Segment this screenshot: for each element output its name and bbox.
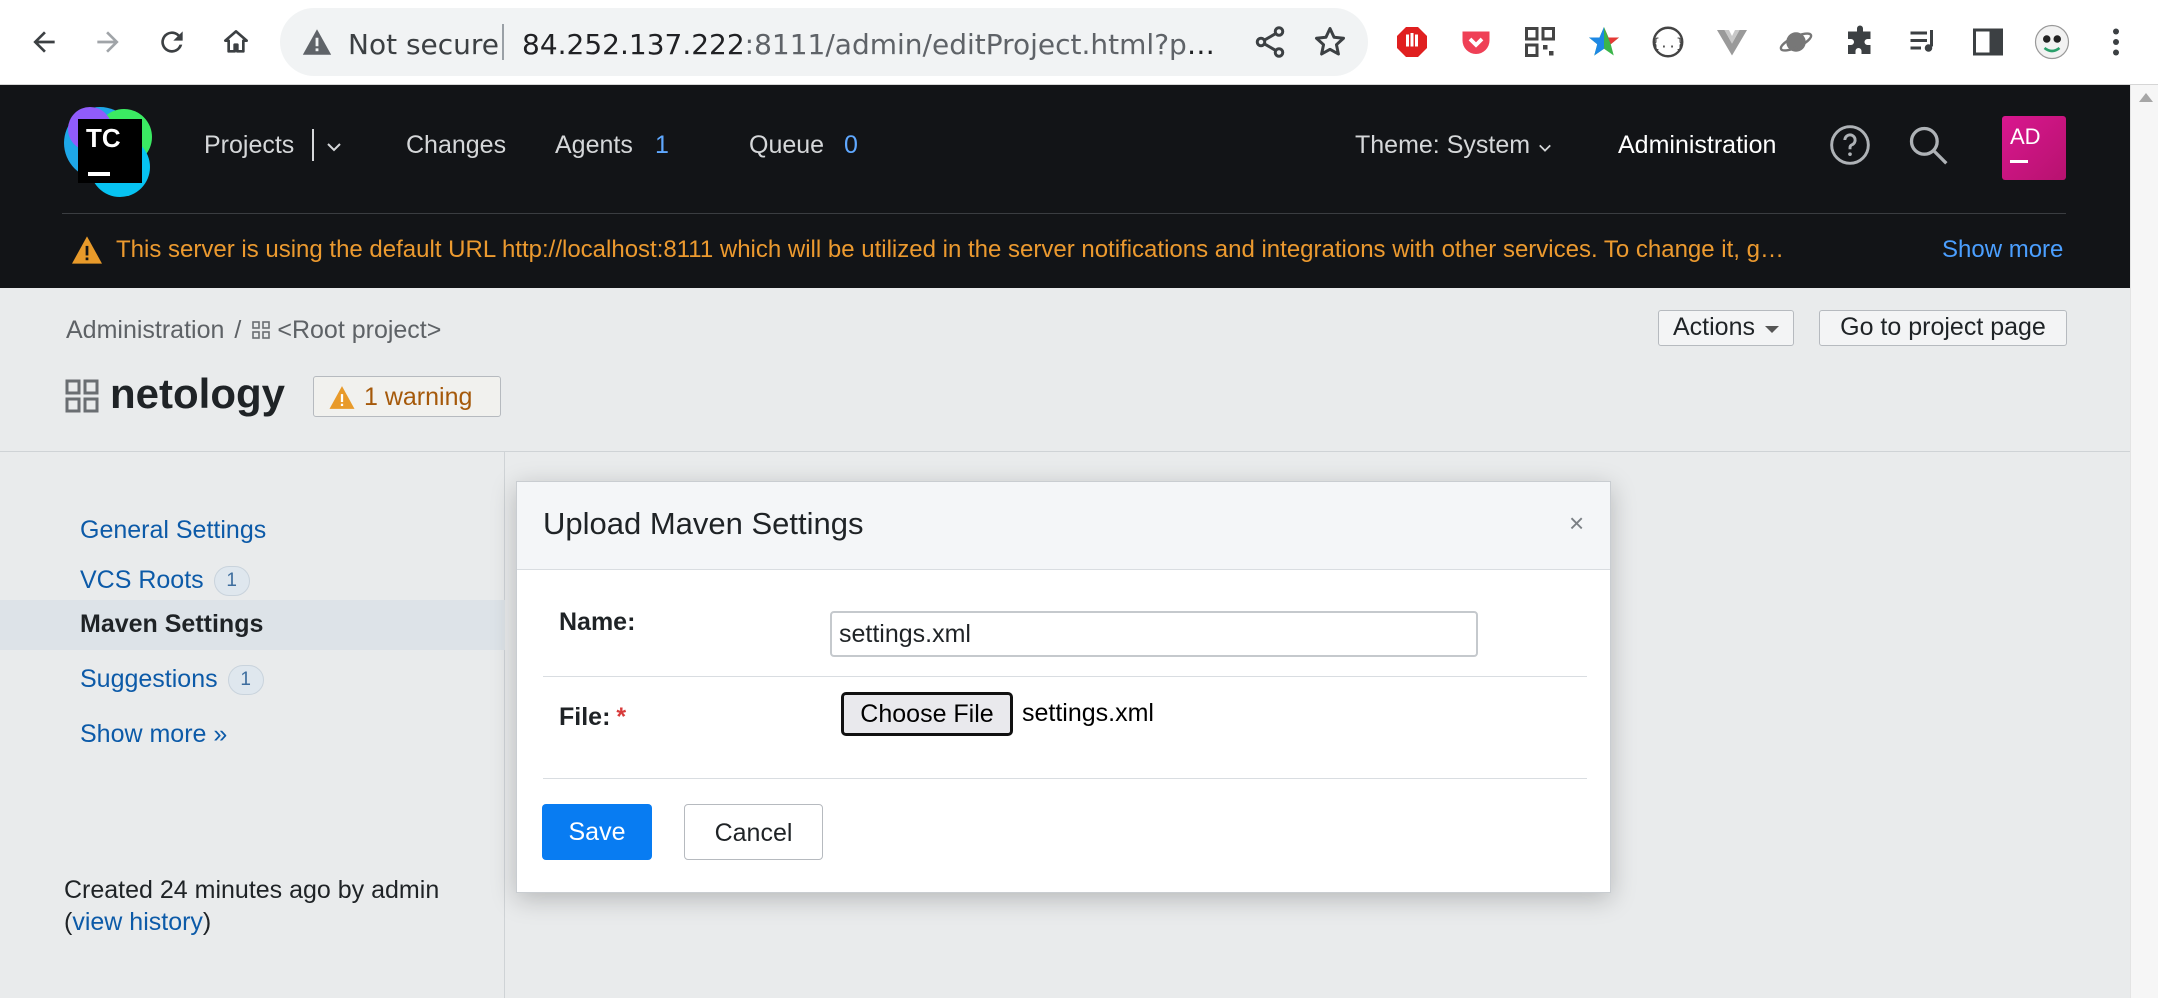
- back-icon[interactable]: [16, 14, 72, 70]
- page-scrollbar[interactable]: [2130, 85, 2158, 998]
- file-label: File: *: [559, 703, 626, 732]
- help-icon[interactable]: [1828, 123, 1872, 167]
- header-divider: [62, 213, 2066, 214]
- actions-caret-icon: [1765, 326, 1779, 333]
- planet-icon[interactable]: [1774, 20, 1818, 64]
- pocket-icon[interactable]: [1454, 20, 1498, 64]
- warning-icon[interactable]: [300, 25, 334, 59]
- selected-file-name: settings.xml: [1022, 699, 1154, 727]
- dialog-header: Upload Maven Settings ×: [517, 482, 1610, 570]
- breadcrumb-administration[interactable]: Administration: [66, 316, 224, 344]
- save-button[interactable]: Save: [542, 804, 652, 860]
- user-avatar[interactable]: AD: [2002, 116, 2066, 180]
- vue-devtools-icon[interactable]: [1710, 20, 1754, 64]
- sidebar-item-suggestions[interactable]: Suggestions 1: [0, 655, 505, 705]
- search-icon[interactable]: [1906, 123, 1950, 167]
- history-line: (view history): [64, 906, 439, 938]
- dialog-title: Upload Maven Settings: [543, 506, 864, 541]
- nav-projects[interactable]: Projects: [204, 131, 294, 160]
- media-queue-icon[interactable]: [1902, 20, 1946, 64]
- logo-text: TC: [86, 123, 121, 153]
- browser-menu-icon[interactable]: [2094, 20, 2138, 64]
- app-header: TC Projects Changes Agents 1 Queue 0 The…: [0, 85, 2130, 288]
- warning-icon: [329, 386, 355, 409]
- nav-agents[interactable]: Agents: [555, 131, 633, 160]
- sidebar-item-general-settings[interactable]: General Settings: [0, 506, 505, 556]
- breadcrumb-root-project[interactable]: <Root project>: [277, 316, 441, 344]
- sidebar-item-label: Maven Settings: [80, 610, 264, 638]
- file-label-text: File:: [559, 703, 611, 731]
- svg-text:{..}: {..}: [1652, 35, 1685, 51]
- go-to-project-page-button[interactable]: Go to project page: [1819, 310, 2067, 346]
- name-input[interactable]: [830, 611, 1478, 657]
- adblock-icon[interactable]: [1390, 20, 1434, 64]
- server-url-notice: This server is using the default URL htt…: [116, 236, 1786, 263]
- actions-label: Actions: [1673, 313, 1755, 341]
- chevron-down-icon[interactable]: [326, 139, 342, 155]
- close-icon[interactable]: ×: [1569, 508, 1584, 539]
- address-bar[interactable]: Not secure 84.252.137.222:8111/admin/edi…: [280, 8, 1368, 76]
- sidebar-show-more-link[interactable]: Show more »: [80, 720, 227, 749]
- nav-changes[interactable]: Changes: [406, 131, 506, 160]
- warning-icon: [72, 236, 102, 264]
- queue-count[interactable]: 0: [844, 131, 858, 160]
- sidebar-item-vcs-roots[interactable]: VCS Roots 1: [0, 556, 505, 606]
- url-host: 84.252.137.222: [522, 28, 745, 61]
- choose-file-button[interactable]: Choose File: [841, 692, 1013, 736]
- created-text: Created 24 minutes ago by admin: [64, 876, 440, 904]
- color-star-icon[interactable]: [1582, 20, 1626, 64]
- profile-avatar-icon[interactable]: [2030, 20, 2074, 64]
- project-icon: [65, 379, 99, 413]
- sidebar-item-maven-settings[interactable]: Maven Settings: [0, 600, 505, 650]
- cancel-button[interactable]: Cancel: [684, 804, 823, 860]
- upload-maven-settings-dialog: Upload Maven Settings × Name: File: *: [516, 481, 1611, 893]
- nav-queue[interactable]: Queue: [749, 131, 824, 160]
- project-grid-icon: [252, 321, 271, 339]
- sidebar-item-label: Suggestions: [80, 665, 218, 693]
- nav-projects-divider: [312, 129, 314, 161]
- settings-sidebar: General Settings VCS Roots 1 Maven Settin…: [0, 452, 505, 998]
- required-mark: *: [616, 703, 627, 731]
- view-history-link[interactable]: view history: [72, 908, 203, 936]
- scroll-up-arrow-icon[interactable]: [2139, 93, 2153, 102]
- theme-chevron-icon[interactable]: [1538, 141, 1552, 155]
- qr-code-icon[interactable]: [1518, 20, 1562, 64]
- reload-icon[interactable]: [144, 14, 200, 70]
- actions-dropdown[interactable]: Actions: [1658, 310, 1794, 346]
- share-icon[interactable]: [1252, 24, 1288, 60]
- extensions-icon[interactable]: [1838, 20, 1882, 64]
- agents-count[interactable]: 1: [655, 131, 669, 160]
- omnibox-divider: [502, 24, 504, 60]
- name-label: Name:: [559, 608, 636, 636]
- warning-badge[interactable]: 1 warning: [313, 376, 501, 417]
- home-icon[interactable]: [208, 14, 264, 70]
- logo-underline: [88, 172, 110, 176]
- created-info: Created 24 minutes ago by admin (view hi…: [64, 874, 439, 938]
- vcs-roots-count: 1: [213, 566, 250, 596]
- history-paren-close: ): [202, 908, 212, 936]
- sidebar-item-label: VCS Roots: [80, 566, 204, 594]
- file-row: File: *: [543, 677, 1587, 779]
- breadcrumb-separator: /: [234, 316, 242, 344]
- url-text[interactable]: 84.252.137.222:8111/admin/editProject.ht…: [522, 28, 1222, 61]
- star-icon[interactable]: [1312, 24, 1348, 60]
- forward-icon[interactable]: [80, 14, 136, 70]
- security-label[interactable]: Not secure: [348, 28, 499, 61]
- project-title: netology: [110, 370, 285, 417]
- url-path: :8111/admin/editProject.html?projectId=…: [744, 28, 1222, 61]
- side-panel-icon[interactable]: [1966, 20, 2010, 64]
- breadcrumb: Administration / <Root project>: [66, 316, 441, 345]
- browser-toolbar: Not secure 84.252.137.222:8111/admin/edi…: [0, 0, 2158, 85]
- theme-selector[interactable]: Theme: System: [1355, 131, 1530, 160]
- json-viewer-icon[interactable]: {..}: [1646, 20, 1690, 64]
- notice-show-more-link[interactable]: Show more: [1942, 236, 2063, 264]
- project-header: Administration / <Root project> Actions Go…: [0, 288, 2130, 452]
- suggestions-count: 1: [227, 665, 264, 695]
- administration-link[interactable]: Administration: [1618, 131, 1776, 160]
- warning-badge-label: 1 warning: [364, 383, 473, 411]
- sidebar-item-label: General Settings: [80, 516, 267, 544]
